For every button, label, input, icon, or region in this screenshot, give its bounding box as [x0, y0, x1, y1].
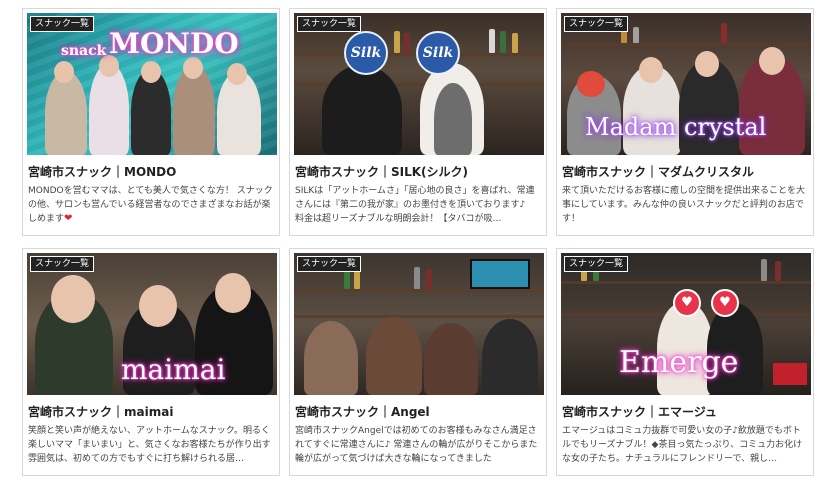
- card-photo[interactable]: スナック一覧 snack MONDO: [27, 13, 277, 155]
- card-photo[interactable]: スナック一覧 Silk Silk: [294, 13, 544, 155]
- card-overlay-title: Madam crystal: [585, 113, 767, 141]
- card-description: 笑顔と笑い声が絶えない、アットホームなスナック。明るく楽しいママ「まいまい」と、…: [28, 426, 271, 464]
- card-description: SILKは「アットホームさ」「居心地の良さ」を喜ばれ、常連さんには『第二の我が家…: [295, 186, 535, 224]
- category-badge[interactable]: スナック一覧: [564, 256, 629, 272]
- card-photo[interactable]: スナック一覧: [294, 253, 544, 395]
- card-overlay-title: maimai: [121, 353, 226, 386]
- card-title[interactable]: 宮崎市スナック｜マダムクリスタル: [562, 163, 808, 180]
- card-photo[interactable]: スナック一覧 maimai: [27, 253, 277, 395]
- snack-card-grid: スナック一覧 snack MONDO 宮崎市スナック｜MONDO MONDOを営…: [22, 8, 814, 476]
- heart-sticker-icon: ♥: [673, 289, 701, 317]
- snack-card-mondo[interactable]: スナック一覧 snack MONDO 宮崎市スナック｜MONDO MONDOを営…: [22, 8, 280, 236]
- card-description: 来て頂いただけるお客様に癒しの空間を提供出来ることを大事にしています。みんな仲の…: [562, 186, 806, 224]
- card-overlay-title: Silk: [344, 31, 388, 75]
- snack-card-maimai[interactable]: スナック一覧 maimai 宮崎市スナック｜maimai 笑顔と笑い声が絶えない…: [22, 248, 280, 476]
- card-title[interactable]: 宮崎市スナック｜SILK(シルク): [295, 163, 541, 180]
- category-badge[interactable]: スナック一覧: [564, 16, 629, 32]
- snack-card-madam-crystal[interactable]: スナック一覧 Madam crystal 宮崎市スナック｜マダムクリスタル 来て…: [556, 8, 814, 236]
- counter-object: [773, 363, 807, 385]
- card-overlay-title: Emerge: [619, 345, 739, 380]
- card-description: 宮崎市スナックAngelでは初めてのお客様もみなさん満足されてすぐに常連さんに♪…: [295, 426, 538, 464]
- card-title[interactable]: 宮崎市スナック｜MONDO: [28, 163, 274, 180]
- tv-screen: [470, 259, 530, 289]
- heart-sticker-icon: ♥: [711, 289, 739, 317]
- snack-card-emerge[interactable]: スナック一覧 ♥ ♥ Emerge 宮崎市スナック｜エマージュ エマージュはコミ…: [556, 248, 814, 476]
- card-description: エマージュはコミュ力抜群で可愛い女の子♪飲放題でもボトルでもリーズナブル！◆茶目…: [562, 426, 803, 464]
- category-badge[interactable]: スナック一覧: [297, 16, 362, 32]
- card-overlay-title-second: Silk: [416, 31, 460, 75]
- category-badge[interactable]: スナック一覧: [297, 256, 362, 272]
- category-badge[interactable]: スナック一覧: [30, 256, 95, 272]
- snack-card-silk[interactable]: スナック一覧 Silk Silk 宮崎市スナック｜SILK(シルク) SILKは…: [289, 8, 547, 236]
- card-overlay-title: MONDO: [109, 27, 239, 60]
- card-overlay-sub: snack: [61, 43, 107, 59]
- category-badge[interactable]: スナック一覧: [30, 16, 95, 32]
- card-title[interactable]: 宮崎市スナック｜maimai: [28, 403, 274, 420]
- card-title[interactable]: 宮崎市スナック｜エマージュ: [562, 403, 808, 420]
- card-photo[interactable]: スナック一覧 Madam crystal: [561, 13, 811, 155]
- card-photo[interactable]: スナック一覧 ♥ ♥ Emerge: [561, 253, 811, 395]
- snack-card-angel[interactable]: スナック一覧 宮崎市スナック｜Angel 宮崎市スナックAngelでは初めてのお…: [289, 248, 547, 476]
- card-title[interactable]: 宮崎市スナック｜Angel: [295, 403, 541, 420]
- card-description: MONDOを営むママは、とても美人で気さくな方！ スナックの他、サロンも営んでい…: [28, 184, 274, 226]
- heart-icon: ❤: [64, 213, 73, 224]
